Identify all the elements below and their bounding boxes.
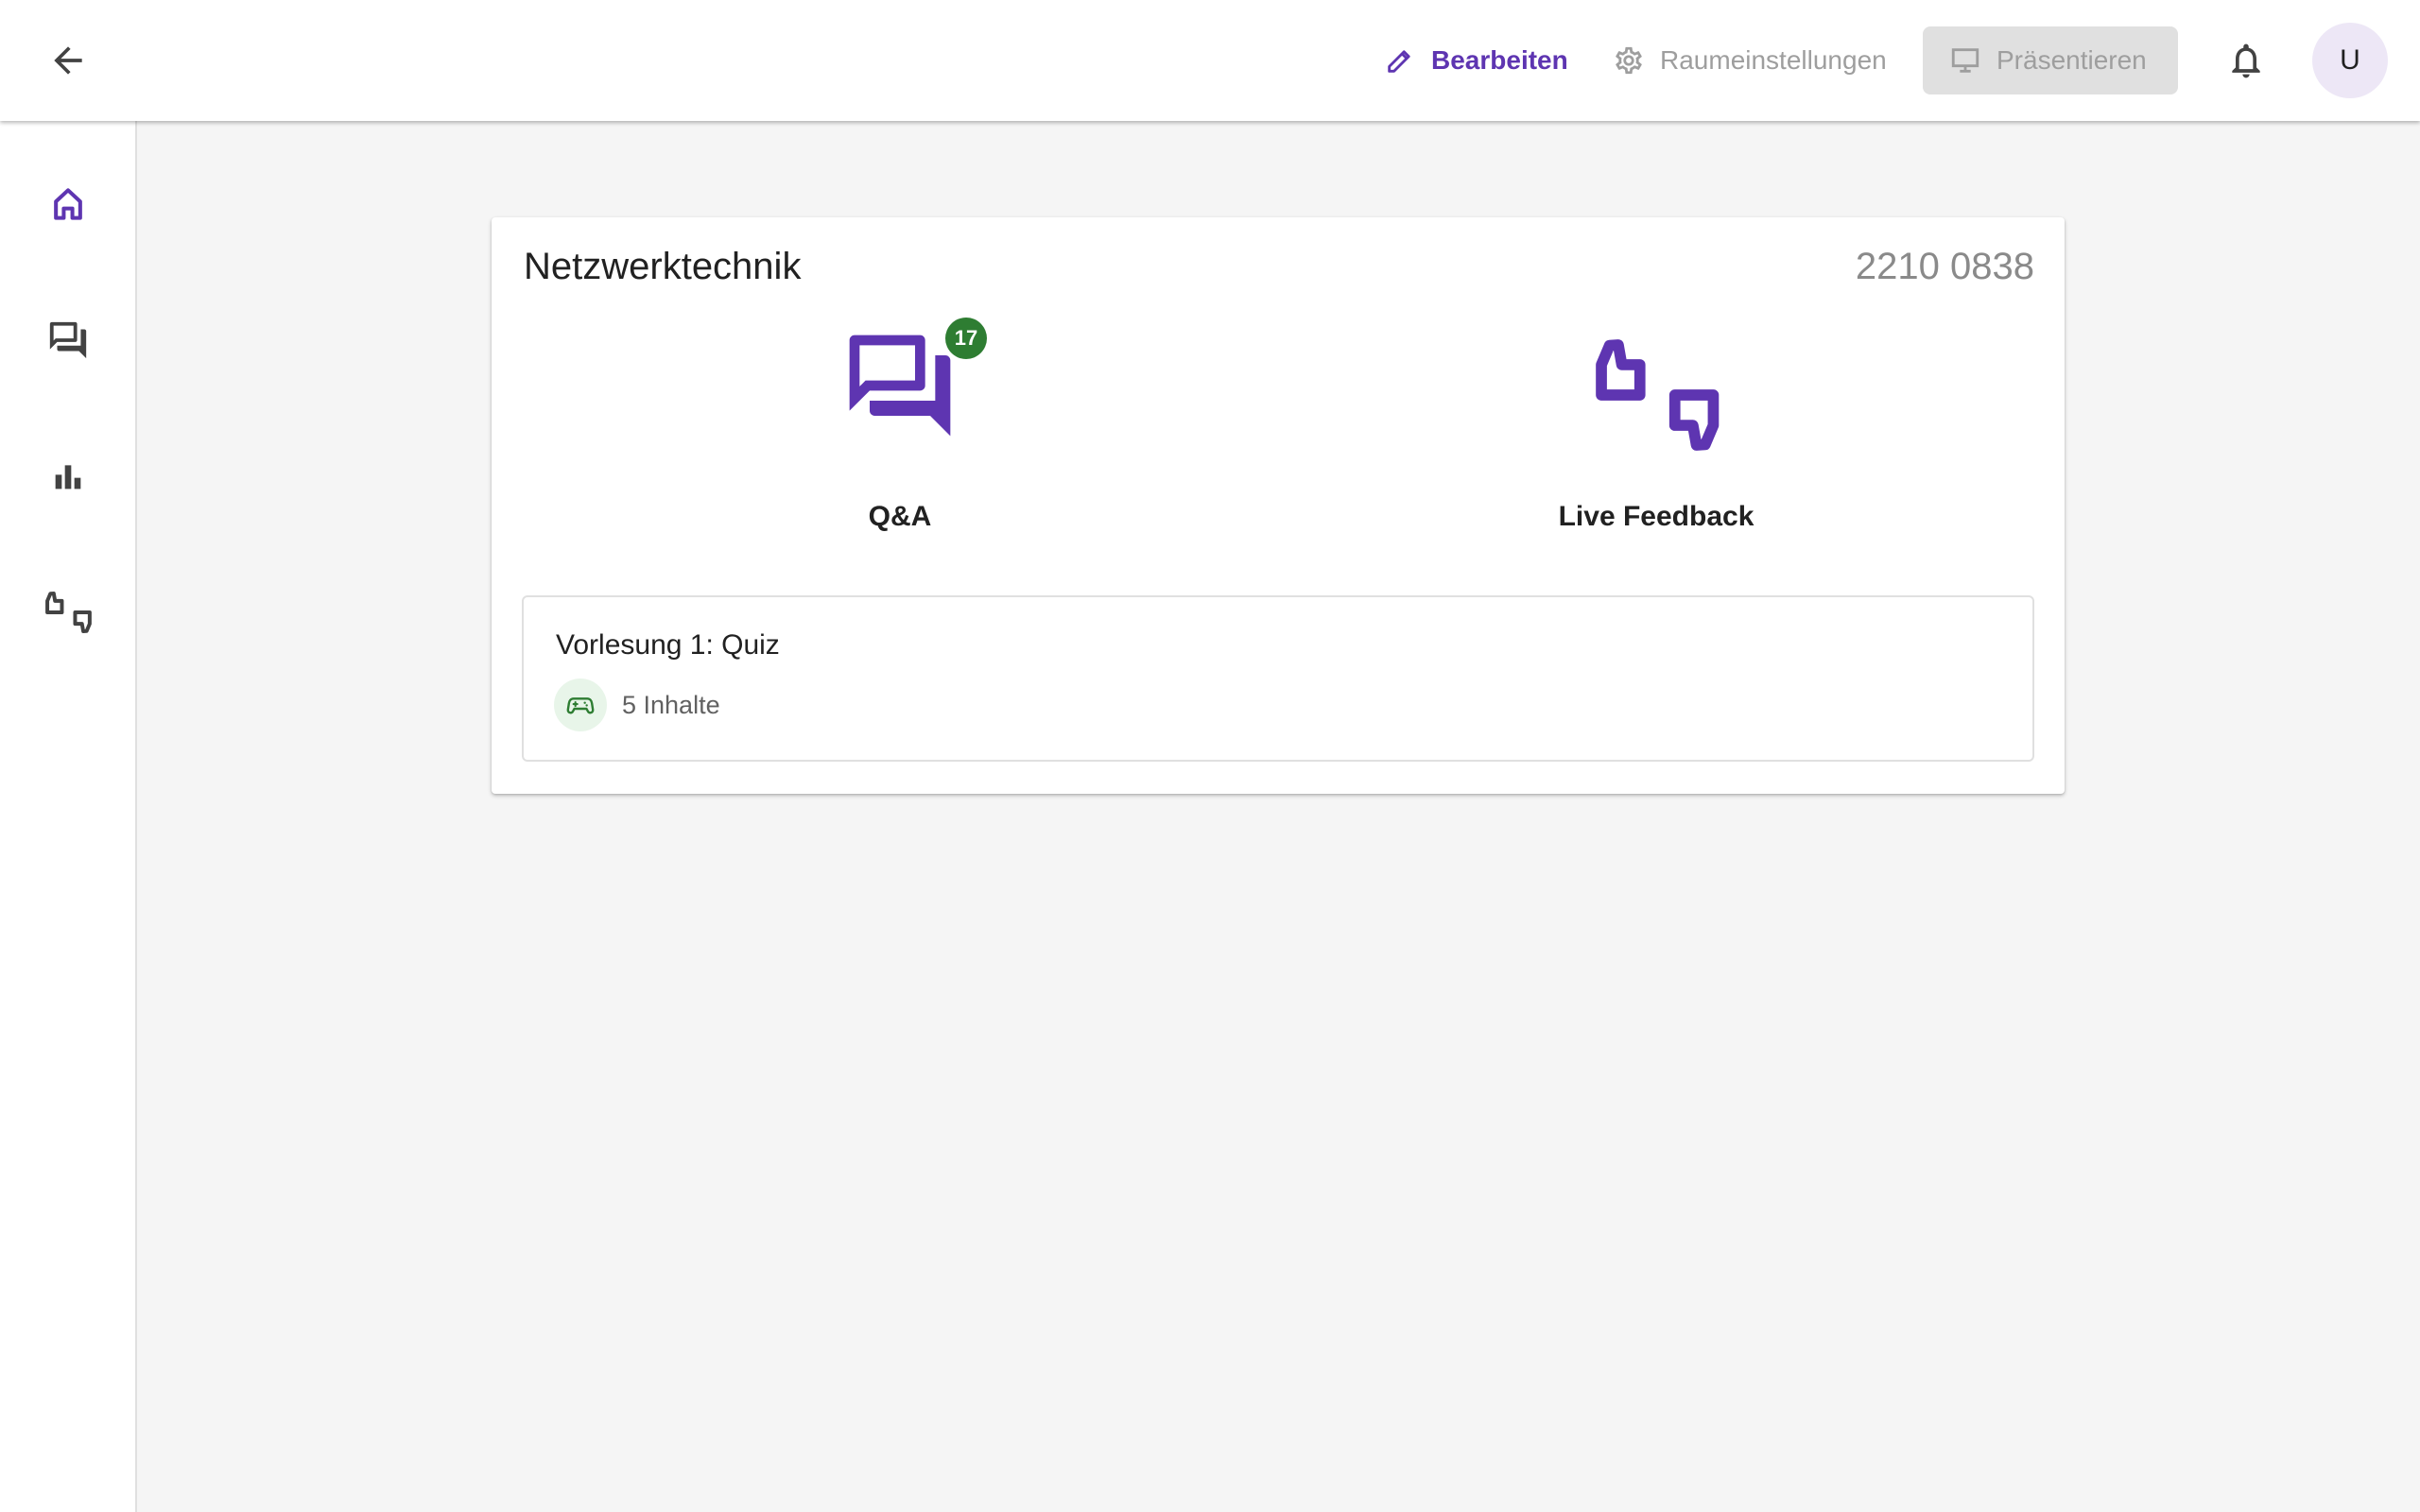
room-name: Netzwerktechnik xyxy=(524,246,802,287)
forum-icon xyxy=(849,335,951,437)
thumbs-up-down-icon xyxy=(1596,339,1720,451)
room-code: 2210 0838 xyxy=(1855,246,2034,287)
content-group-title: Vorlesung 1: Quiz xyxy=(556,629,780,661)
bar-chart-icon xyxy=(55,465,81,490)
forum-icon xyxy=(49,321,87,359)
thumbs-up-down-icon xyxy=(45,591,92,634)
sidebar-item-qa[interactable] xyxy=(30,302,106,378)
sidebar-nav xyxy=(0,121,137,1512)
qa-count-badge: 17 xyxy=(945,318,987,359)
content-group-card[interactable]: Vorlesung 1: Quiz 5 Inhalte xyxy=(522,595,2034,762)
avatar-initial: U xyxy=(2340,44,2360,76)
top-app-bar: Bearbeiten Raumeinstellungen Präsentiere… xyxy=(0,0,2420,121)
monitor-icon xyxy=(1951,48,1979,73)
arrow-back-icon xyxy=(54,46,82,75)
edit-button[interactable]: Bearbeiten xyxy=(1384,26,1568,94)
edit-button-label: Bearbeiten xyxy=(1431,45,1568,75)
bell-icon xyxy=(2232,43,2260,78)
content-group-count: 5 Inhalte xyxy=(622,690,720,719)
room-settings-label: Raumeinstellungen xyxy=(1660,45,1887,75)
pencil-icon xyxy=(1388,50,1410,73)
gear-icon xyxy=(1616,46,1642,75)
gamepad-icon xyxy=(566,697,595,714)
user-avatar[interactable]: U xyxy=(2312,23,2388,98)
back-button[interactable] xyxy=(34,26,102,94)
content-group-icon-circle xyxy=(554,679,607,731)
sidebar-item-statistics[interactable] xyxy=(30,438,106,514)
qa-feature-button[interactable]: Q&A xyxy=(711,312,1089,532)
live-feedback-feature-button[interactable]: Live Feedback xyxy=(1467,312,1845,532)
live-feedback-feature-label: Live Feedback xyxy=(1558,501,1754,532)
home-icon xyxy=(54,188,82,220)
room-settings-button[interactable]: Raumeinstellungen xyxy=(1613,26,1887,94)
room-card: Netzwerktechnik 2210 0838 Q&A 17 Live Fe… xyxy=(492,217,2065,794)
present-button-label: Präsentieren xyxy=(1996,45,2147,75)
sidebar-item-home[interactable] xyxy=(30,166,106,242)
notifications-button[interactable] xyxy=(2212,26,2280,94)
present-button[interactable]: Präsentieren xyxy=(1923,26,2178,94)
sidebar-item-feedback[interactable] xyxy=(30,575,106,650)
content-group-meta: 5 Inhalte xyxy=(554,679,720,731)
qa-feature-label: Q&A xyxy=(868,501,932,532)
